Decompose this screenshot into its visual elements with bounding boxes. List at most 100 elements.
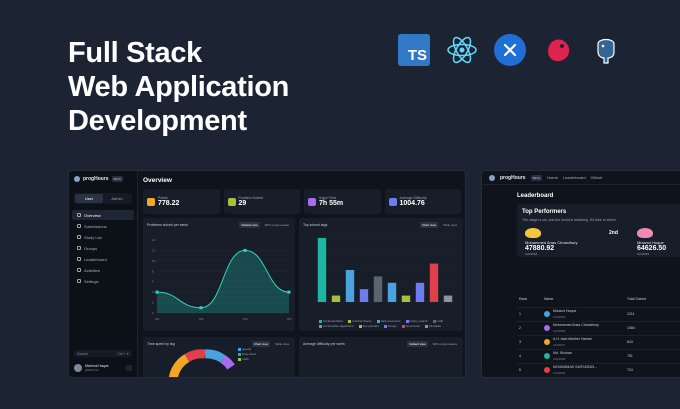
- hero-title: Full Stack Web Application Development: [68, 36, 289, 138]
- sidebar-item-overview[interactable]: Overview: [72, 210, 134, 220]
- bar: [359, 289, 369, 302]
- empty-weeks-button[interactable]: With empty weeks: [431, 341, 459, 347]
- brand[interactable]: progHours BETA: [69, 171, 137, 187]
- stat-points: Points 778.22: [143, 189, 220, 214]
- data-point: [199, 306, 203, 310]
- legend-item: constructive algorithms: [319, 324, 354, 328]
- legend-label: implementation: [323, 319, 344, 323]
- legend-label: bitmasks: [429, 324, 441, 328]
- beta-badge: BETA: [530, 174, 543, 181]
- search-input[interactable]: Search Ctrl + K: [74, 350, 132, 357]
- row-solved: 724: [627, 368, 633, 372]
- top-performer-1[interactable]: Mohammed Anas Chowdhury 47880.92 C221064: [525, 228, 577, 256]
- top-performers-subtitle: The stage is set, and the world is watch…: [522, 218, 617, 222]
- sidebar-item-submissions[interactable]: Submissions: [72, 221, 134, 231]
- bar: [429, 263, 439, 302]
- top-nav: progHours BETA Home Leaderboard Github: [482, 171, 680, 185]
- row-solved: 1084: [627, 326, 635, 330]
- row-handle: C221064: [553, 329, 566, 333]
- bar: [331, 295, 341, 302]
- leaderboard-icon: [77, 257, 81, 261]
- role-admin[interactable]: Admin: [103, 194, 131, 203]
- stats-row: Points 778.22 Problem Solved 29 Solve Time…: [143, 189, 461, 214]
- data-point: [243, 248, 247, 252]
- x-tick-label: W2: [199, 317, 204, 321]
- logout-icon[interactable]: [126, 365, 132, 371]
- bar: [443, 295, 453, 302]
- typescript-logo: TS: [398, 34, 430, 66]
- bolt-icon: [388, 197, 397, 206]
- legend-label: brute force: [405, 324, 421, 328]
- y-tick-label: 14: [152, 238, 156, 242]
- clock-icon: [308, 197, 316, 206]
- sidebar-item-settings[interactable]: Settings: [72, 276, 134, 286]
- table-row[interactable]: 5 MOHAMMAD SAIFUDDIN... C221002 724: [517, 363, 680, 377]
- row-name: Mohammed Anas Chowdhury: [553, 323, 599, 327]
- table-row[interactable]: 2 Mohammed Anas Chowdhury C221064 1084: [517, 321, 680, 335]
- table-row[interactable]: 1 Mizanul Hoque C221091 1211: [517, 307, 680, 321]
- stat-value: 1004.76: [399, 200, 425, 207]
- avatar: [544, 353, 550, 359]
- sidebar-item-study-list[interactable]: Study List: [72, 232, 134, 242]
- problems-area-chart: 14 12 10 8 6 4 2 0W1 W2 W3 W4: [152, 238, 292, 321]
- x-tick-label: W1: [155, 317, 160, 321]
- table-row[interactable]: 3 A.H. Asib Iftekher Hamim C221071 843: [517, 335, 680, 349]
- time-by-tag-panel: Time spent by tag Chart view Table view …: [143, 337, 295, 377]
- header-total-solved: Total Solved: [627, 297, 647, 301]
- bar: [317, 238, 327, 302]
- legend-item: brute force: [238, 352, 256, 356]
- performer-score: 47880.92: [525, 245, 555, 252]
- top-performer-2[interactable]: Mizanul Hoque 64626.50 C221091: [637, 228, 666, 256]
- page-title: Overview: [143, 177, 172, 184]
- default-view-button[interactable]: Default view: [407, 341, 428, 347]
- brand-name: progHours: [83, 176, 109, 182]
- header-rank: Rank: [519, 297, 528, 301]
- legend-item: strings: [383, 324, 397, 328]
- role-user[interactable]: User: [75, 194, 103, 203]
- nav-leaderboard[interactable]: Leaderboard: [563, 175, 586, 180]
- submissions-icon: [77, 224, 81, 228]
- nav-home[interactable]: Home: [547, 175, 558, 180]
- legend-label: math: [436, 319, 444, 323]
- legend-label: greedy: [242, 347, 252, 351]
- y-tick-label: 6: [152, 280, 154, 284]
- row-solved: 751: [627, 354, 633, 358]
- table-row[interactable]: 4 Md. Shohan C221094 751: [517, 349, 680, 363]
- trophy-icon: [525, 228, 541, 238]
- user-handle: @Mahmul: [85, 368, 99, 372]
- top-tags-panel: Top solved tags Chart view Table view im…: [299, 218, 463, 331]
- sidebar-item-leaderboard[interactable]: Leaderboard: [72, 254, 134, 264]
- hero-line-2: Web Application: [68, 71, 290, 103]
- data-point: [287, 290, 291, 294]
- time-legend: greedy brute force math: [238, 347, 256, 361]
- sidebar-item-groups[interactable]: Groups: [72, 243, 134, 253]
- legend-label: number theory: [352, 319, 372, 323]
- search-placeholder: Search: [77, 351, 89, 356]
- legend-label: data structures: [380, 319, 401, 323]
- bar: [415, 282, 425, 302]
- user-profile[interactable]: Mahmul Haque @Mahmul: [74, 364, 132, 372]
- problems-per-week-panel: Problems solved per week Default view Wi…: [143, 218, 295, 331]
- panel-title: Average difficulty per week: [303, 342, 345, 346]
- row-solved: 1211: [627, 312, 635, 316]
- sidebar-item-label: Settings: [84, 278, 99, 284]
- react-logo: [446, 34, 478, 66]
- search-shortcut: Ctrl + K: [117, 351, 129, 356]
- row-rank: 1: [519, 312, 521, 316]
- nav-github[interactable]: Github: [591, 175, 603, 180]
- tags-legend: implementation number theory data structur…: [319, 319, 459, 328]
- bar: [373, 276, 383, 302]
- sidebar-item-activities[interactable]: Activities: [72, 265, 134, 275]
- row-rank: 4: [519, 354, 521, 358]
- y-tick-label: 12: [152, 248, 156, 252]
- y-tick-label: 0: [152, 311, 154, 315]
- postgresql-logo: [590, 34, 622, 66]
- legend-item: number theory: [348, 319, 372, 323]
- settings-icon: [77, 279, 81, 283]
- sidebar-item-label: Leaderboard: [84, 256, 107, 262]
- brand-name: progHours: [500, 174, 526, 181]
- check-icon: [227, 197, 236, 206]
- data-point: [155, 290, 159, 294]
- sidebar-item-label: Groups: [84, 245, 98, 251]
- row-name: A.H. Asib Iftekher Hamim: [553, 337, 593, 341]
